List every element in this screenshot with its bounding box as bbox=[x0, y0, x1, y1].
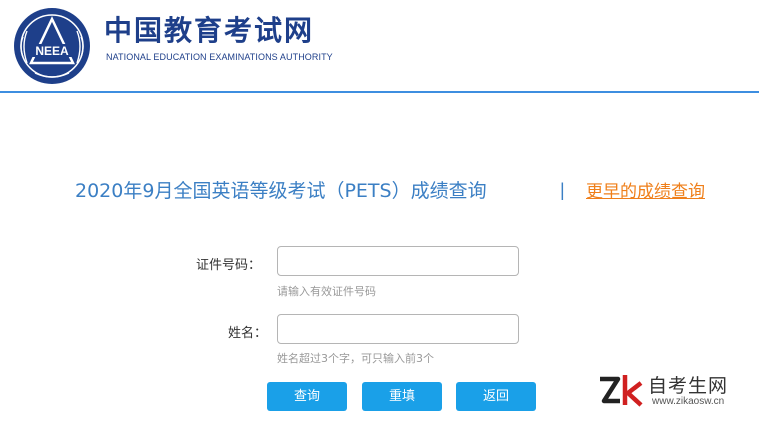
watermark-title: 自考生网 bbox=[648, 375, 729, 397]
header-divider bbox=[0, 91, 759, 93]
reset-button[interactable]: 重填 bbox=[362, 382, 442, 411]
query-button[interactable]: 查询 bbox=[267, 382, 347, 411]
zk-watermark-icon bbox=[600, 375, 643, 407]
site-header: NEEA 中国教育考试网 NATIONAL EDUCATION EXAMINAT… bbox=[0, 0, 759, 93]
page-title: 2020年9月全国英语等级考试（PETS）成绩查询 bbox=[75, 180, 487, 202]
neea-emblem-icon: NEEA bbox=[14, 8, 90, 84]
earlier-results-link[interactable]: 更早的成绩查询 bbox=[586, 179, 705, 205]
site-title: 中国教育考试网 bbox=[104, 14, 315, 47]
name-label: 姓名： bbox=[228, 326, 268, 341]
back-button[interactable]: 返回 bbox=[456, 382, 536, 411]
id-number-input[interactable] bbox=[277, 246, 519, 276]
id-number-label: 证件号码： bbox=[196, 258, 262, 273]
id-number-hint: 请输入有效证件号码 bbox=[277, 285, 376, 298]
name-hint: 姓名超过3个字，可只输入前3个 bbox=[277, 352, 434, 365]
title-separator: | bbox=[560, 180, 565, 200]
name-input[interactable] bbox=[277, 314, 519, 344]
emblem-text: NEEA bbox=[35, 44, 69, 58]
site-subtitle: NATIONAL EDUCATION EXAMINATIONS AUTHORIT… bbox=[106, 52, 333, 62]
watermark-url: www.zikaosw.cn bbox=[652, 396, 725, 407]
